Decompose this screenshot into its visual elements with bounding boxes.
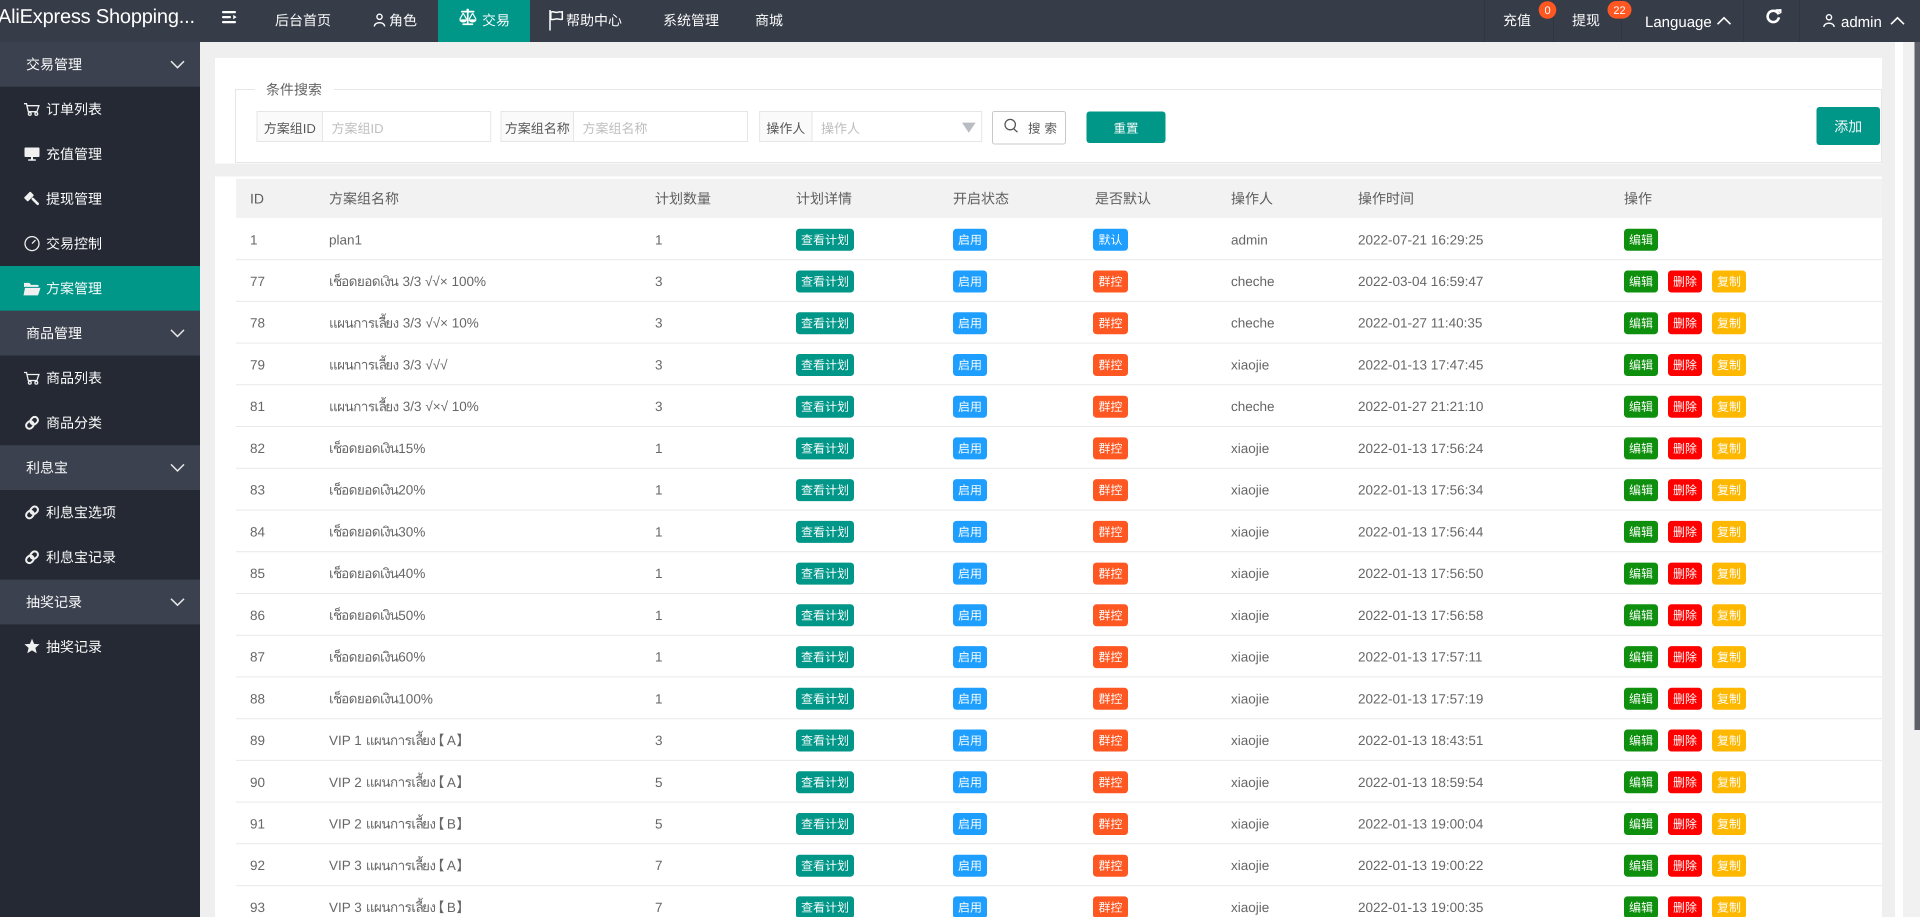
svg-text:admin: admin — [1231, 232, 1268, 247]
svg-text:VIP 3: VIP 3 — [329, 900, 366, 915]
svg-text:admin: admin — [1841, 14, 1882, 31]
svg-text:50%: 50% — [398, 608, 425, 623]
svg-text:xiaojie: xiaojie — [1231, 524, 1269, 539]
svg-text:B: B — [447, 817, 456, 832]
svg-text:2022-01-13 18:43:51: 2022-01-13 18:43:51 — [1358, 733, 1483, 748]
svg-text:1: 1 — [655, 441, 663, 456]
svg-text:3: 3 — [655, 316, 663, 331]
svg-text:60%: 60% — [398, 650, 425, 665]
svg-text:79: 79 — [250, 358, 265, 373]
svg-text:40%: 40% — [398, 566, 425, 581]
svg-text:2022-01-13 19:00:04: 2022-01-13 19:00:04 — [1358, 817, 1484, 832]
svg-text:100%: 100% — [398, 691, 433, 706]
svg-text:VIP 2: VIP 2 — [329, 775, 366, 790]
svg-text:2022-01-13 17:56:58: 2022-01-13 17:56:58 — [1358, 608, 1483, 623]
svg-text:92: 92 — [250, 858, 265, 873]
svg-text:3: 3 — [655, 399, 663, 414]
svg-text:2022-01-13 17:56:24: 2022-01-13 17:56:24 — [1358, 441, 1484, 456]
svg-text:2022-01-13 17:57:19: 2022-01-13 17:57:19 — [1358, 691, 1483, 706]
svg-text:88: 88 — [250, 691, 265, 706]
svg-text:85: 85 — [250, 566, 265, 581]
svg-text:2022-01-13 17:56:50: 2022-01-13 17:56:50 — [1358, 566, 1483, 581]
svg-text:xiaojie: xiaojie — [1231, 608, 1269, 623]
svg-text:xiaojie: xiaojie — [1231, 566, 1269, 581]
svg-text:1: 1 — [655, 608, 663, 623]
svg-text:1: 1 — [655, 691, 663, 706]
svg-text:93: 93 — [250, 900, 265, 915]
svg-text:5: 5 — [655, 775, 663, 790]
svg-text:3: 3 — [655, 358, 663, 373]
svg-text:VIP 2: VIP 2 — [329, 817, 366, 832]
svg-text:cheche: cheche — [1231, 399, 1275, 414]
svg-text:xiaojie: xiaojie — [1231, 441, 1269, 456]
svg-text:2022-01-13 17:47:45: 2022-01-13 17:47:45 — [1358, 358, 1483, 373]
svg-text:xiaojie: xiaojie — [1231, 817, 1269, 832]
svg-text:2022-01-13 18:59:54: 2022-01-13 18:59:54 — [1358, 775, 1484, 790]
svg-text:A: A — [447, 733, 456, 748]
svg-text:xiaojie: xiaojie — [1231, 483, 1269, 498]
svg-text:2022-03-04 16:59:47: 2022-03-04 16:59:47 — [1358, 274, 1483, 289]
svg-text:2022-01-27 11:40:35: 2022-01-27 11:40:35 — [1358, 316, 1482, 331]
svg-text:78: 78 — [250, 316, 265, 331]
svg-text:A: A — [447, 775, 456, 790]
svg-text:0: 0 — [1544, 5, 1550, 17]
svg-text:xiaojie: xiaojie — [1231, 900, 1269, 915]
svg-text:3/3 √×√ 10%: 3/3 √×√ 10% — [403, 399, 479, 414]
svg-text:VIP 1: VIP 1 — [329, 733, 366, 748]
svg-text:82: 82 — [250, 441, 265, 456]
svg-text:2022-01-13 19:00:35: 2022-01-13 19:00:35 — [1358, 900, 1483, 915]
svg-text:plan1: plan1 — [329, 232, 362, 247]
svg-text:2022-01-13 17:56:34: 2022-01-13 17:56:34 — [1358, 483, 1484, 498]
svg-text:91: 91 — [250, 817, 265, 832]
svg-text:1: 1 — [655, 524, 663, 539]
svg-text:xiaojie: xiaojie — [1231, 691, 1269, 706]
svg-text:1: 1 — [250, 232, 258, 247]
svg-text:3: 3 — [655, 274, 663, 289]
svg-text:xiaojie: xiaojie — [1231, 358, 1269, 373]
svg-text:5: 5 — [655, 817, 663, 832]
svg-text:77: 77 — [250, 274, 265, 289]
svg-text:cheche: cheche — [1231, 274, 1275, 289]
svg-text:3/3 √√√: 3/3 √√√ — [403, 358, 448, 373]
svg-text:AliExpress Shopping...: AliExpress Shopping... — [0, 6, 195, 28]
svg-text:3/3 √√× 100%: 3/3 √√× 100% — [403, 274, 487, 289]
svg-text:Language: Language — [1645, 14, 1712, 31]
svg-text:xiaojie: xiaojie — [1231, 858, 1269, 873]
svg-text:81: 81 — [250, 399, 265, 414]
svg-text:1: 1 — [655, 483, 663, 498]
svg-text:2022-07-21 16:29:25: 2022-07-21 16:29:25 — [1358, 232, 1483, 247]
svg-text:cheche: cheche — [1231, 316, 1275, 331]
svg-text:15%: 15% — [398, 441, 425, 456]
svg-text:VIP 3: VIP 3 — [329, 858, 366, 873]
svg-text:3: 3 — [655, 733, 663, 748]
svg-text:xiaojie: xiaojie — [1231, 733, 1269, 748]
svg-text:7: 7 — [655, 858, 663, 873]
svg-text:87: 87 — [250, 650, 265, 665]
svg-text:2022-01-13 17:56:44: 2022-01-13 17:56:44 — [1358, 524, 1484, 539]
svg-text:90: 90 — [250, 775, 265, 790]
svg-text:1: 1 — [655, 566, 663, 581]
svg-text:22: 22 — [1613, 5, 1625, 17]
svg-text:1: 1 — [655, 232, 663, 247]
svg-text:xiaojie: xiaojie — [1231, 775, 1269, 790]
svg-text:xiaojie: xiaojie — [1231, 650, 1269, 665]
svg-text:A: A — [447, 858, 456, 873]
svg-text:2022-01-13 17:57:11: 2022-01-13 17:57:11 — [1358, 650, 1482, 665]
svg-text:B: B — [447, 900, 456, 915]
svg-text:1: 1 — [655, 650, 663, 665]
svg-text:ID: ID — [250, 191, 264, 207]
svg-text:89: 89 — [250, 733, 265, 748]
svg-text:3/3 √√× 10%: 3/3 √√× 10% — [403, 316, 479, 331]
svg-text:83: 83 — [250, 483, 265, 498]
svg-text:30%: 30% — [398, 524, 425, 539]
svg-text:20%: 20% — [398, 483, 425, 498]
svg-text:84: 84 — [250, 524, 266, 539]
svg-text:2022-01-13 19:00:22: 2022-01-13 19:00:22 — [1358, 858, 1483, 873]
svg-text:7: 7 — [655, 900, 663, 915]
svg-text:2022-01-27 21:21:10: 2022-01-27 21:21:10 — [1358, 399, 1483, 414]
svg-text:86: 86 — [250, 608, 265, 623]
